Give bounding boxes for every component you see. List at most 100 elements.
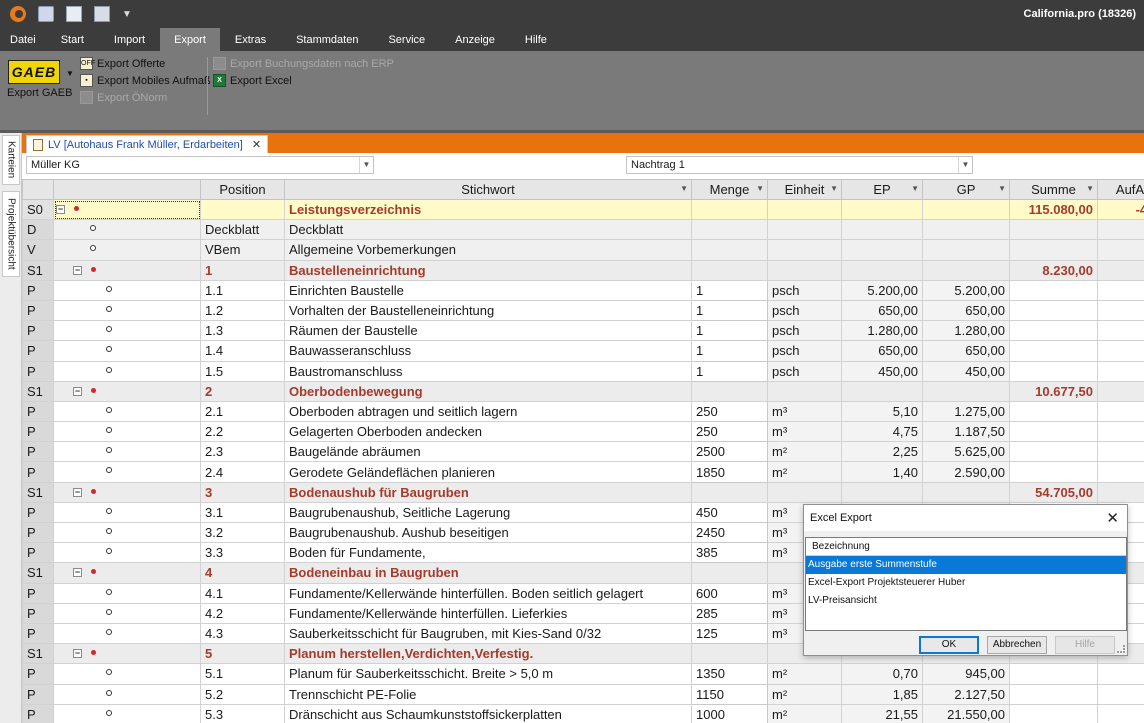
cell-menge[interactable]: 125 <box>691 622 768 645</box>
table-row[interactable]: P 5.3 Dränschicht aus Schaumkunststoffsick… <box>22 703 1144 723</box>
tab-extras[interactable]: Extras <box>220 28 281 51</box>
cell-menge[interactable]: 1 <box>691 279 768 301</box>
chevron-down-icon[interactable]: ▼ <box>958 157 972 173</box>
cell-menge[interactable]: 250 <box>691 421 768 443</box>
table-row[interactable]: P 2.2 Gelagerten Oberboden andecken 250 m³ 4,… <box>22 421 1144 443</box>
table-row[interactable]: P 2.1 Oberboden abtragen und seitlich lage… <box>22 400 1144 423</box>
filter-dropdown-icon[interactable]: ▼ <box>911 184 919 193</box>
sidebar-tab-karteien[interactable]: Karteien <box>2 135 20 185</box>
table-row[interactable]: P 1.2 Vorhalten der Baustelleneinrichtung 1… <box>22 299 1144 322</box>
cell-menge[interactable]: 2500 <box>691 441 768 463</box>
ok-button[interactable]: OK <box>919 636 979 654</box>
filter-dropdown-icon[interactable]: ▼ <box>756 184 764 193</box>
document-icon[interactable] <box>66 6 82 22</box>
resize-grip-icon[interactable] <box>1117 645 1125 653</box>
tab-export[interactable]: Export <box>160 28 220 51</box>
table-row[interactable]: P 1.3 Räumen der Baustelle 1 psch 1.280,00 1.2… <box>22 320 1144 342</box>
collapse-icon[interactable]: − <box>56 205 65 214</box>
table-row[interactable]: S0− Leistungsverzeichnis 115.080,00-4.0 <box>22 198 1144 221</box>
cell-menge[interactable]: 1 <box>691 320 768 342</box>
table-row[interactable]: S1 − 2 Oberbodenbewegung 10.677,50 <box>22 380 1144 402</box>
tab-service[interactable]: Service <box>373 28 440 51</box>
table-row[interactable]: P 1.4 Bauwasseranschluss 1 psch 650,00 650,00 <box>22 340 1144 362</box>
list-item[interactable]: Ausgabe erste Summenstufe <box>806 556 1126 574</box>
column-header-label: EP <box>873 182 891 197</box>
column-header-aufa[interactable]: AufA <box>1097 179 1144 200</box>
filter-dropdown-icon[interactable]: ▼ <box>830 184 838 193</box>
table-row[interactable]: S1 − 1 Baustelleneinrichtung 8.230,00 <box>22 259 1144 281</box>
cell-stichwort: Baustromanschluss <box>284 360 692 382</box>
save-icon[interactable] <box>38 6 54 22</box>
cell-aufa <box>1097 461 1144 483</box>
cell-menge[interactable]: 1350 <box>691 663 768 685</box>
collapse-icon[interactable]: − <box>73 386 82 396</box>
cancel-button[interactable]: Abbrechen <box>987 636 1047 654</box>
close-icon[interactable]: ✕ <box>1106 509 1119 527</box>
cell-menge[interactable]: 1850 <box>691 461 768 483</box>
collapse-icon[interactable]: − <box>73 649 82 659</box>
tab-anzeige[interactable]: Anzeige <box>440 28 510 51</box>
tab-datei[interactable]: Datei <box>0 28 46 51</box>
collapse-icon[interactable]: − <box>73 265 82 275</box>
export-mobiles-aufmass-button[interactable]: ▪ Export Mobiles Aufmaß <box>80 74 211 87</box>
close-icon[interactable]: ✕ <box>252 138 261 151</box>
table-row[interactable]: P 2.4 Gerodete Geländeflächen planieren 185… <box>22 461 1144 483</box>
table-row[interactable]: D Deckblatt Deckblatt <box>22 219 1144 241</box>
column-header-einheit[interactable]: Einheit ▼ <box>767 179 842 200</box>
sidebar-tab-projektuebersicht[interactable]: Projektübersicht <box>2 191 20 277</box>
cell-position: 5.3 <box>200 703 285 723</box>
table-row[interactable]: V VBem Allgemeine Vorbemerkungen <box>22 239 1144 261</box>
column-header-menge[interactable]: Menge ▼ <box>691 179 768 200</box>
filter-dropdown-icon[interactable]: ▼ <box>1086 184 1094 193</box>
cell-menge[interactable]: 250 <box>691 400 768 423</box>
company-select[interactable]: Müller KG ▼ <box>26 156 374 174</box>
column-header-stichwort[interactable]: Stichwort ▼ <box>284 179 692 200</box>
export-offerte-button[interactable]: OFF Export Offerte <box>80 57 165 70</box>
export-gaeb-button[interactable]: GAEB ▼ Export GAEB <box>4 57 74 103</box>
cell-menge[interactable]: 450 <box>691 501 768 524</box>
cell-menge[interactable]: 600 <box>691 582 768 604</box>
document-tab-title: LV [Autohaus Frank Müller, Erdarbeiten] <box>48 138 243 151</box>
column-header-gp[interactable]: GP ▼ <box>922 179 1010 200</box>
cell-menge[interactable]: 1 <box>691 360 768 382</box>
tab-hilfe[interactable]: Hilfe <box>510 28 562 51</box>
table-row[interactable]: S1 − 3 Bodenaushub für Baugruben 54.705,00 <box>22 481 1144 503</box>
table-row[interactable]: P 5.1 Planum für Sauberkeitsschicht. Breit… <box>22 663 1144 685</box>
list-item[interactable]: Excel-Export Projektsteuerer Huber <box>806 574 1126 592</box>
table-row[interactable]: P 1.5 Baustromanschluss 1 psch 450,00 450,00 <box>22 360 1144 382</box>
leaf-marker-icon <box>106 366 112 373</box>
cell-stichwort: Baugrubenaushub, Seitliche Lagerung <box>284 501 692 524</box>
cell-menge[interactable]: 1000 <box>691 703 768 723</box>
document-tab[interactable]: LV [Autohaus Frank Müller, Erdarbeiten] … <box>26 135 269 153</box>
cell-menge[interactable]: 2450 <box>691 521 768 544</box>
column-header-summe[interactable]: Summe ▼ <box>1009 179 1098 200</box>
tab-import[interactable]: Import <box>99 28 160 51</box>
filter-dropdown-icon[interactable]: ▼ <box>998 184 1006 193</box>
app-logo-icon[interactable] <box>10 6 26 22</box>
row-type-cell: S1 <box>22 259 54 281</box>
cell-position: 2.1 <box>200 400 285 423</box>
customize-toolbar-icon[interactable]: ▼ <box>122 9 132 20</box>
table-row[interactable]: P 1.1 Einrichten Baustelle 1 psch 5.200,00 5.2… <box>22 279 1144 301</box>
chevron-down-icon[interactable]: ▼ <box>359 157 373 173</box>
tab-start[interactable]: Start <box>46 28 99 51</box>
nachtrag-select[interactable]: Nachtrag 1 ▼ <box>626 156 973 174</box>
print-preview-icon[interactable] <box>94 6 110 22</box>
export-excel-button[interactable]: X Export Excel <box>213 74 292 87</box>
cell-menge[interactable]: 1150 <box>691 683 768 705</box>
chevron-down-icon[interactable]: ▼ <box>66 69 74 78</box>
collapse-icon[interactable]: − <box>73 568 82 578</box>
column-header-ep[interactable]: EP ▼ <box>841 179 923 200</box>
list-item[interactable]: LV-Preisansicht <box>806 592 1126 610</box>
tab-stammdaten[interactable]: Stammdaten <box>281 28 373 51</box>
collapse-icon[interactable]: − <box>73 487 82 497</box>
list-column-header[interactable]: Bezeichnung <box>806 538 1126 556</box>
cell-menge[interactable]: 1 <box>691 340 768 362</box>
cell-menge[interactable]: 385 <box>691 542 768 564</box>
table-row[interactable]: P 5.2 Trennschicht PE-Folie 1150 m² 1,85 2.127… <box>22 683 1144 705</box>
table-row[interactable]: P 2.3 Baugelände abräumen 2500 m² 2,25 5.625,0… <box>22 441 1144 463</box>
column-header-position[interactable]: Position <box>200 179 285 200</box>
cell-menge[interactable]: 1 <box>691 299 768 322</box>
cell-menge[interactable]: 285 <box>691 602 768 624</box>
filter-dropdown-icon[interactable]: ▼ <box>680 184 688 193</box>
